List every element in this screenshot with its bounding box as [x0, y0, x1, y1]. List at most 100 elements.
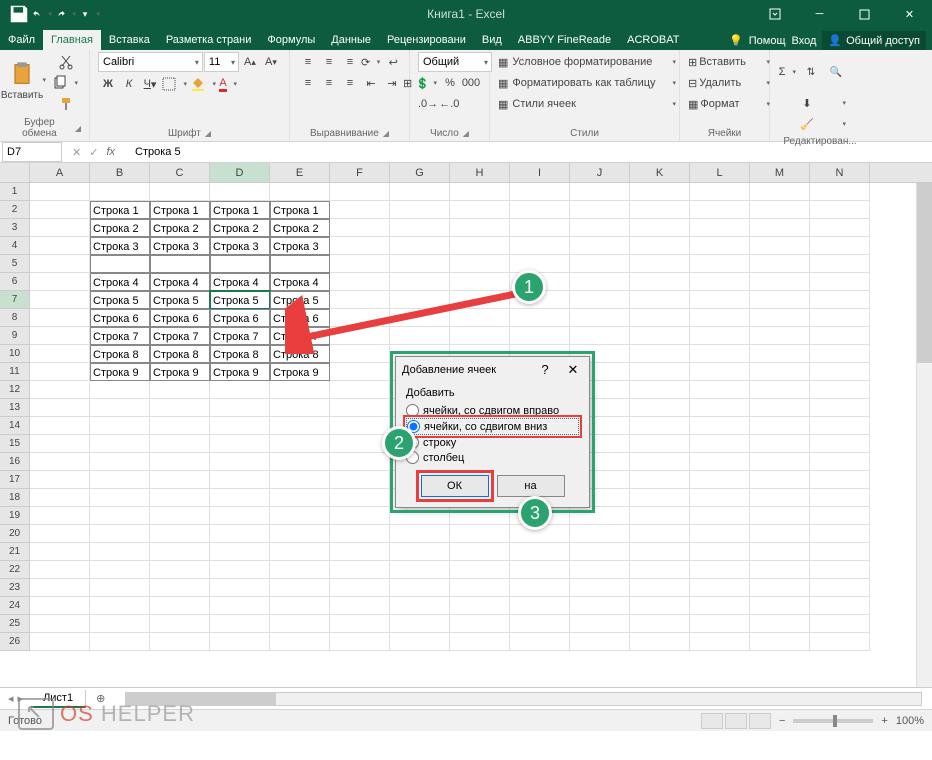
column-header-G[interactable]: G — [390, 163, 450, 182]
cell-I23[interactable] — [510, 579, 570, 597]
share-button[interactable]: 👤 Общий доступ — [822, 31, 926, 50]
cell-N20[interactable] — [810, 525, 870, 543]
row-header-7[interactable]: 7 — [0, 291, 30, 309]
zoom-in-button[interactable]: + — [881, 715, 887, 727]
cell-C2[interactable]: Строка 1 — [150, 201, 210, 219]
format-painter-button[interactable] — [52, 94, 80, 114]
cell-M1[interactable] — [750, 183, 810, 201]
cell-F3[interactable] — [330, 219, 390, 237]
cell-K15[interactable] — [630, 435, 690, 453]
ribbon-options-icon[interactable] — [752, 0, 797, 28]
cell-J25[interactable] — [570, 615, 630, 633]
cell-G24[interactable] — [390, 597, 450, 615]
cell-K12[interactable] — [630, 381, 690, 399]
cell-B5[interactable] — [90, 255, 150, 273]
cell-M18[interactable] — [750, 489, 810, 507]
column-header-D[interactable]: D — [210, 163, 270, 182]
cell-C26[interactable] — [150, 633, 210, 651]
font-dialog-launcher[interactable]: ◢ — [205, 129, 211, 138]
cell-F18[interactable] — [330, 489, 390, 507]
cell-F25[interactable] — [330, 615, 390, 633]
font-size-select[interactable]: 11 — [204, 52, 239, 72]
cell-D4[interactable]: Строка 3 — [210, 237, 270, 255]
cell-B3[interactable]: Строка 2 — [90, 219, 150, 237]
cell-C6[interactable]: Строка 4 — [150, 273, 210, 291]
percent-button[interactable]: % — [440, 73, 460, 93]
tab-file[interactable]: Файл — [0, 30, 43, 50]
cell-M11[interactable] — [750, 363, 810, 381]
cell-A13[interactable] — [30, 399, 90, 417]
cell-F14[interactable] — [330, 417, 390, 435]
cell-G3[interactable] — [390, 219, 450, 237]
cell-D17[interactable] — [210, 471, 270, 489]
cut-button[interactable] — [52, 52, 80, 72]
cell-I26[interactable] — [510, 633, 570, 651]
cell-A14[interactable] — [30, 417, 90, 435]
minimize-button[interactable]: ─ — [797, 0, 842, 28]
row-header-19[interactable]: 19 — [0, 507, 30, 525]
cell-B4[interactable]: Строка 3 — [90, 237, 150, 255]
cell-H3[interactable] — [450, 219, 510, 237]
cell-L26[interactable] — [690, 633, 750, 651]
row-header-10[interactable]: 10 — [0, 345, 30, 363]
cell-I25[interactable] — [510, 615, 570, 633]
cell-B24[interactable] — [90, 597, 150, 615]
cell-K26[interactable] — [630, 633, 690, 651]
cell-A9[interactable] — [30, 327, 90, 345]
clear-button[interactable]: 🧹 — [778, 114, 848, 134]
cell-D20[interactable] — [210, 525, 270, 543]
cell-M6[interactable] — [750, 273, 810, 291]
close-button[interactable]: ✕ — [887, 0, 932, 28]
column-header-M[interactable]: M — [750, 163, 810, 182]
row-header-3[interactable]: 3 — [0, 219, 30, 237]
cell-G1[interactable] — [390, 183, 450, 201]
number-dialog-launcher[interactable]: ◢ — [463, 129, 469, 138]
cell-A6[interactable] — [30, 273, 90, 291]
cell-L12[interactable] — [690, 381, 750, 399]
cell-G7[interactable] — [390, 291, 450, 309]
increase-font-button[interactable]: A▴ — [240, 52, 260, 72]
cell-K19[interactable] — [630, 507, 690, 525]
row-header-8[interactable]: 8 — [0, 309, 30, 327]
cell-E10[interactable]: Строка 8 — [270, 345, 330, 363]
cell-L8[interactable] — [690, 309, 750, 327]
cell-C24[interactable] — [150, 597, 210, 615]
cell-C3[interactable]: Строка 2 — [150, 219, 210, 237]
undo-icon[interactable] — [32, 3, 54, 25]
cell-B10[interactable]: Строка 8 — [90, 345, 150, 363]
cell-F7[interactable] — [330, 291, 390, 309]
borders-button[interactable] — [161, 74, 189, 94]
enter-formula-icon[interactable]: ✓ — [89, 146, 98, 159]
cell-E16[interactable] — [270, 453, 330, 471]
cell-G2[interactable] — [390, 201, 450, 219]
maximize-button[interactable] — [842, 0, 887, 28]
cell-K21[interactable] — [630, 543, 690, 561]
cell-K13[interactable] — [630, 399, 690, 417]
cell-F6[interactable] — [330, 273, 390, 291]
row-header-26[interactable]: 26 — [0, 633, 30, 651]
cell-E8[interactable]: Строка 6 — [270, 309, 330, 327]
align-top-button[interactable]: ≡ — [298, 52, 318, 72]
align-center-button[interactable]: ≡ — [319, 73, 339, 93]
cell-N12[interactable] — [810, 381, 870, 399]
column-header-A[interactable]: A — [30, 163, 90, 182]
cell-C5[interactable] — [150, 255, 210, 273]
cell-M22[interactable] — [750, 561, 810, 579]
column-header-B[interactable]: B — [90, 163, 150, 182]
cell-H19[interactable] — [450, 507, 510, 525]
column-header-H[interactable]: H — [450, 163, 510, 182]
cell-A8[interactable] — [30, 309, 90, 327]
cell-E22[interactable] — [270, 561, 330, 579]
cell-G4[interactable] — [390, 237, 450, 255]
column-header-I[interactable]: I — [510, 163, 570, 182]
row-header-24[interactable]: 24 — [0, 597, 30, 615]
cell-B25[interactable] — [90, 615, 150, 633]
signin-link[interactable]: Вход — [792, 35, 817, 47]
cell-B18[interactable] — [90, 489, 150, 507]
cell-K3[interactable] — [630, 219, 690, 237]
view-normal-button[interactable] — [701, 713, 723, 729]
cell-B20[interactable] — [90, 525, 150, 543]
cell-B12[interactable] — [90, 381, 150, 399]
column-header-C[interactable]: C — [150, 163, 210, 182]
select-all-corner[interactable] — [0, 163, 30, 182]
